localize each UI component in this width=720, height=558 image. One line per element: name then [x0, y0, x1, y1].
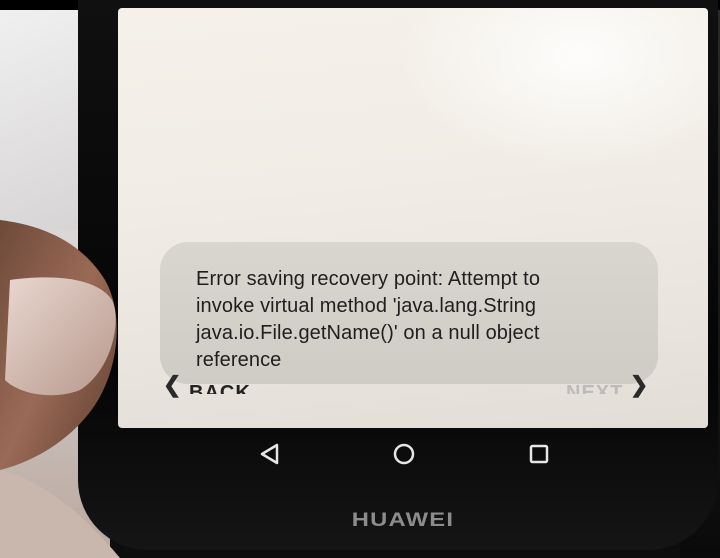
- error-line-3: java.io.File.getName()' on a null object: [196, 322, 540, 344]
- photo-scene: Error saving recovery point: Attempt to …: [0, 0, 720, 558]
- back-button[interactable]: ❮ BACK: [163, 372, 251, 398]
- error-line-2: invoke virtual method 'java.lang.String: [196, 295, 537, 317]
- background-paper: [0, 0, 85, 230]
- error-toast-message: Error saving recovery point: Attempt to …: [196, 266, 636, 374]
- next-button[interactable]: NEXT ❯: [566, 372, 649, 398]
- thumb-finger: [0, 220, 120, 558]
- chevron-left-icon: ❮: [163, 372, 183, 397]
- back-label: BACK: [189, 381, 251, 394]
- square-recents-icon[interactable]: [526, 441, 552, 467]
- triangle-back-icon[interactable]: [257, 441, 283, 467]
- circle-home-icon[interactable]: [391, 441, 417, 467]
- next-label: NEXT: [566, 381, 624, 394]
- error-line-4: reference: [196, 349, 282, 371]
- brand-label: HUAWEI: [351, 510, 454, 531]
- error-line-1: Error saving recovery point: Attempt to: [196, 268, 541, 290]
- chevron-right-icon: ❯: [629, 372, 650, 397]
- screen-glare: [398, 8, 708, 168]
